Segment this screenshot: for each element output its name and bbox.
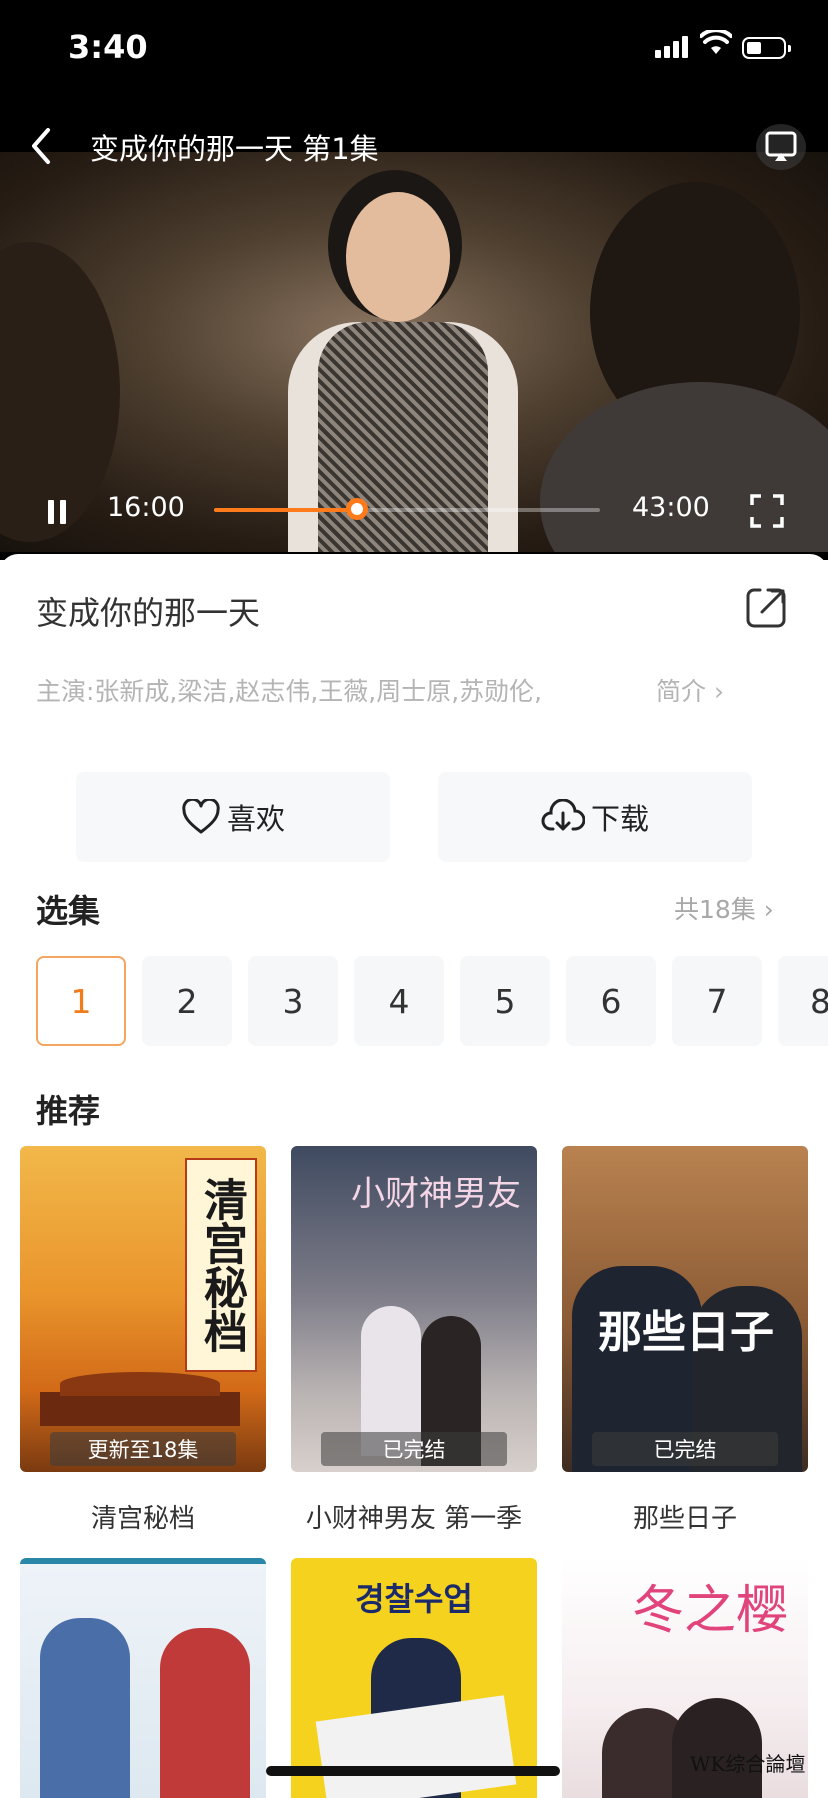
episode-button[interactable]: 5	[460, 956, 550, 1046]
episode-count-link[interactable]: 共18集 ›	[674, 890, 774, 926]
download-label: 下载	[590, 802, 649, 836]
current-time: 16:00	[107, 492, 185, 523]
episode-button[interactable]: 3	[248, 956, 338, 1046]
share-button[interactable]	[744, 586, 788, 630]
recommend-title[interactable]: 清宫秘档	[6, 1498, 280, 1535]
intro-link[interactable]: 简介 ›	[656, 672, 724, 708]
recommend-title[interactable]: 小财神男友 第一季	[277, 1498, 551, 1535]
signal-icon	[655, 36, 695, 60]
cast-list: 主演:张新成,梁洁,赵志伟,王薇,周士原,苏勋伦,	[36, 677, 543, 706]
poster-image: 那些日子	[562, 1146, 808, 1472]
home-indicator[interactable]	[266, 1766, 560, 1776]
recommend-title[interactable]: 那些日子	[548, 1498, 822, 1535]
fullscreen-button[interactable]	[750, 494, 784, 528]
like-button[interactable]: 喜欢	[76, 772, 390, 862]
recommend-card[interactable]: 清宫秘档 更新至18集	[20, 1146, 266, 1472]
progress-thumb[interactable]	[345, 498, 368, 520]
episode-button[interactable]: 7	[672, 956, 762, 1046]
battery-icon	[742, 37, 791, 59]
pause-button[interactable]	[46, 500, 68, 526]
poster-title-art: 那些日子	[598, 1307, 774, 1358]
status-badge: 已完结	[321, 1432, 507, 1466]
poster-title-art: 小财神男友	[351, 1174, 521, 1214]
back-button[interactable]	[28, 126, 58, 166]
episode-button[interactable]: 8	[778, 956, 828, 1046]
episodes-heading: 选集	[36, 892, 101, 930]
episode-button[interactable]: 6	[566, 956, 656, 1046]
airplay-button[interactable]	[756, 124, 806, 170]
recommend-card[interactable]	[20, 1558, 266, 1798]
recommend-card[interactable]: 那些日子 已完结	[562, 1146, 808, 1472]
watermark: WK综合論壇	[690, 1752, 806, 1776]
airplay-icon	[765, 131, 797, 161]
download-cloud-icon	[541, 799, 585, 831]
poster-title-art: 清宫秘档	[185, 1158, 257, 1372]
share-icon	[746, 588, 786, 628]
heart-icon	[182, 799, 220, 834]
poster-title-art: 경찰수업	[355, 1580, 473, 1618]
status-badge: 已完结	[592, 1432, 778, 1466]
chevron-left-icon	[32, 128, 50, 164]
poster-title-art: 冬之樱	[632, 1581, 789, 1641]
pause-icon	[48, 500, 54, 524]
poster-image: 小财神男友	[291, 1146, 537, 1472]
status-badge: 更新至18集	[50, 1432, 236, 1466]
recommend-heading: 推荐	[36, 1092, 101, 1130]
wifi-icon	[699, 28, 733, 60]
status-bar: 3:40	[0, 0, 828, 100]
like-label: 喜欢	[226, 802, 285, 836]
show-title: 变成你的那一天	[36, 594, 261, 632]
episode-button[interactable]: 4	[354, 956, 444, 1046]
status-time: 3:40	[68, 28, 148, 66]
episode-button[interactable]: 2	[142, 956, 232, 1046]
recommend-card[interactable]: 경찰수업	[291, 1558, 537, 1798]
fullscreen-icon	[750, 494, 784, 528]
video-title: 变成你的那一天 第1集	[90, 132, 379, 166]
progress-fill	[214, 508, 357, 512]
download-button[interactable]: 下载	[438, 772, 752, 862]
poster-image: 清宫秘档	[20, 1146, 266, 1472]
duration-time: 43:00	[632, 492, 710, 523]
recommend-card[interactable]: 小财神男友 已完结	[291, 1146, 537, 1472]
episode-button[interactable]: 1	[36, 956, 126, 1046]
